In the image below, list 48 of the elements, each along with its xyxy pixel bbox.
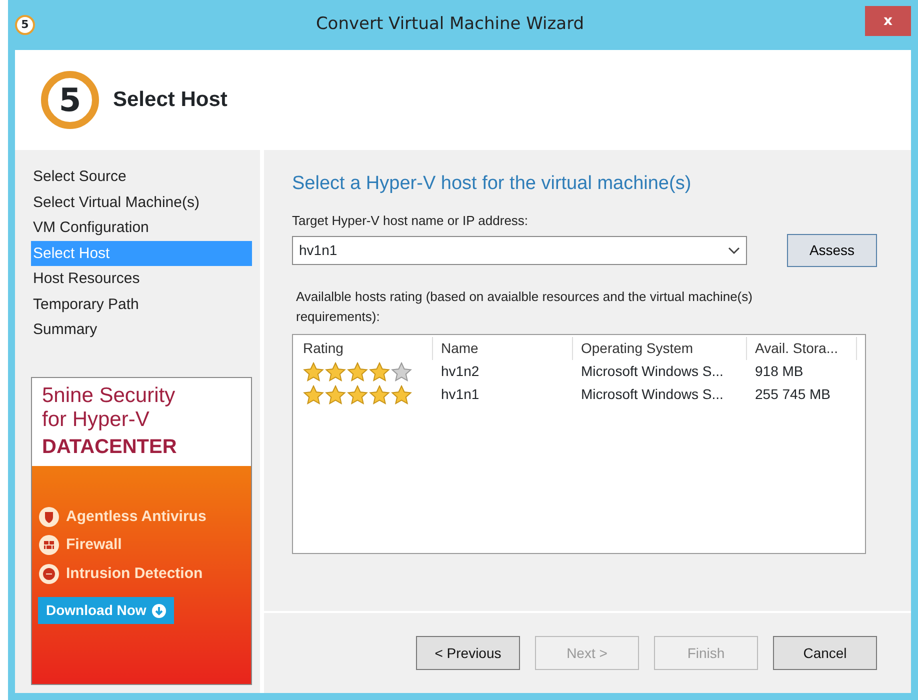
logo: 5 [41,71,99,129]
field-label: Target Hyper-V host name or IP address: [292,212,530,230]
app-icon: 5 [15,15,35,35]
column-header[interactable]: Rating [295,337,433,360]
ad-title: 5nine Security [42,384,176,408]
column-header[interactable]: Operating System [573,337,747,360]
filled-star-icon [347,384,368,404]
wizard-button[interactable]: Cancel [773,636,877,670]
filled-star-icon [391,384,412,404]
column-header[interactable]: Avail. Stora... [747,337,857,360]
dropdown-caret-icon[interactable] [728,246,740,254]
feature-label: Agentless Antivirus [66,506,206,526]
filled-star-icon [369,362,390,382]
table-cell-text: 918 MB [754,362,804,381]
window-title: Convert Virtual Machine Wizard [314,13,586,36]
table-cell-text: hv1n1 [440,385,480,404]
feature-label: Intrusion Detection [66,564,203,584]
filled-star-icon [325,384,346,404]
page-title: Select Host [113,87,228,114]
host-combo[interactable]: hv1n1 [292,236,747,265]
assess-button[interactable]: Assess [787,234,877,267]
section-heading: Select a Hyper-V host for the virtual machine(s) [292,172,692,196]
step-item[interactable]: Summary [31,317,252,342]
filled-star-icon [369,384,390,404]
description-text: Availalble hosts rating (based on avaialble resources and the virtual machine(s) requirements): [295,288,754,326]
shield-icon [38,506,60,528]
table-cell-text: Microsoft Windows S... [580,385,724,404]
filled-star-icon [303,362,324,382]
ad-product: DATACENTER [42,434,178,460]
step-item[interactable]: Select Virtual Machine(s) [31,190,252,215]
filled-star-icon [347,362,368,382]
close-button[interactable]: x [865,6,911,36]
wall-icon [38,534,60,556]
table-cell-text: 255 745 MB [754,385,832,404]
column-header[interactable]: Name [433,337,573,360]
table-cell-text: hv1n2 [440,362,480,381]
filled-star-icon [303,384,324,404]
wizard-button[interactable]: < Previous [416,636,520,670]
step-item[interactable]: Host Resources [31,266,252,292]
filled-star-icon [325,362,346,382]
ad-title: for Hyper-V [42,408,150,432]
step-item[interactable]: Temporary Path [31,292,252,317]
step-item[interactable]: VM Configuration [31,215,252,240]
step-item[interactable]: Select Source [31,164,252,190]
feature-label: Firewall [66,535,122,555]
download-icon [152,604,166,618]
ad-banner[interactable]: 5nine Security for Hyper-V DATACENTER Agentless Antivirus Firewall Intrusion Detection Download Now [31,376,252,685]
table-cell-text: Microsoft Windows S... [580,362,724,381]
